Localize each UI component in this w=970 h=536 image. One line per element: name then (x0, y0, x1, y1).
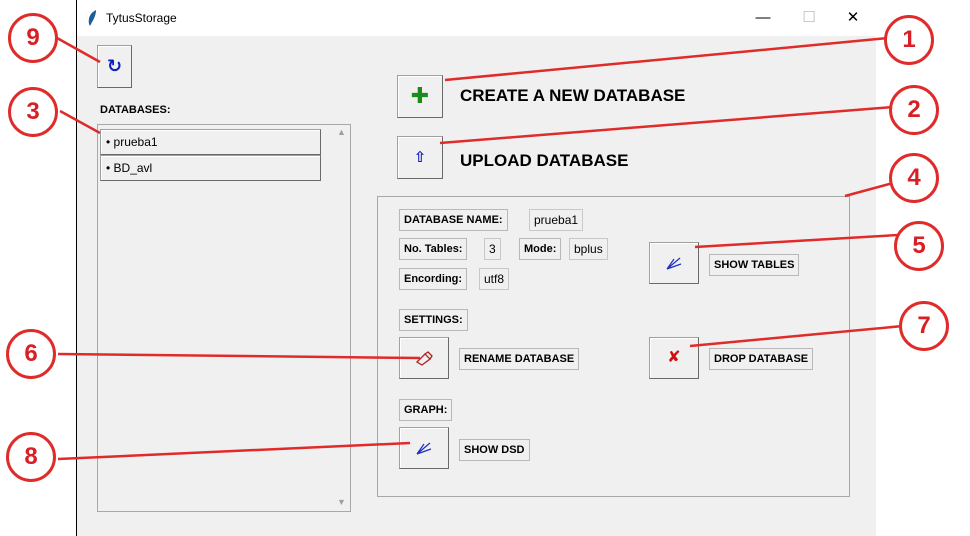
annotation-badge-9: 9 (8, 13, 58, 63)
annotation-arrows (56, 36, 904, 461)
annotation-badge-6: 6 (6, 329, 56, 379)
annotation-badge-3: 3 (8, 87, 58, 137)
annotation-badge-4: 4 (889, 153, 939, 203)
annotation-badge-1: 1 (884, 15, 934, 65)
annotation-badge-8: 8 (6, 432, 56, 482)
annotation-badge-7: 7 (899, 301, 949, 351)
annotation-badge-5: 5 (894, 221, 944, 271)
annotation-badge-2: 2 (889, 85, 939, 135)
